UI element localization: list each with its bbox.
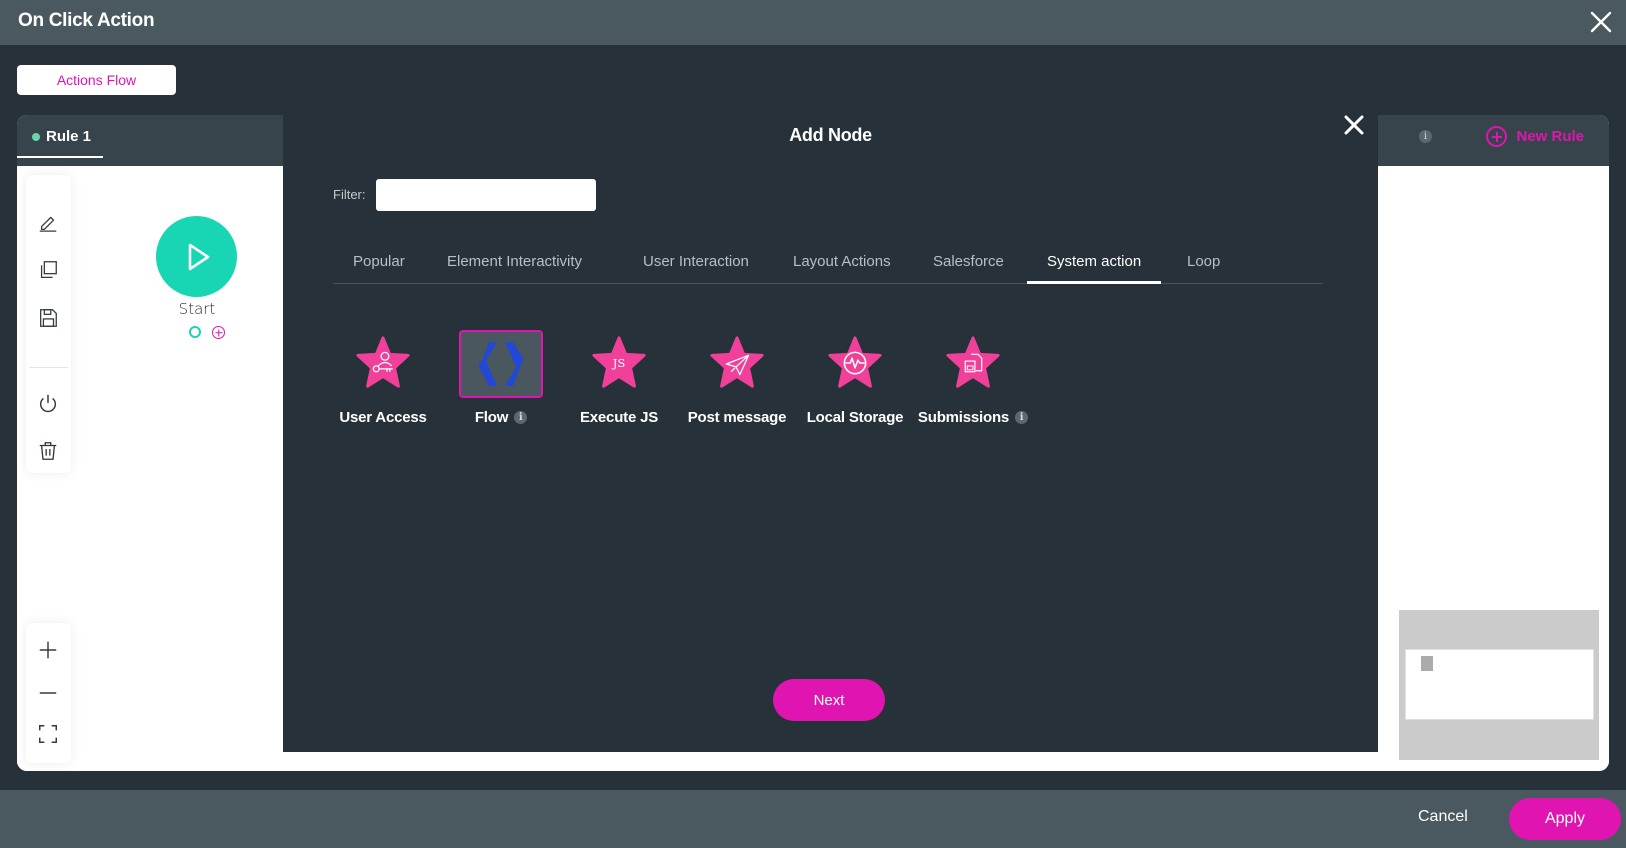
play-icon xyxy=(188,243,209,270)
node-flow[interactable]: Flow i xyxy=(442,330,560,440)
tab-loop[interactable]: Loop xyxy=(1167,243,1240,284)
copy-icon[interactable] xyxy=(35,257,61,283)
cancel-button[interactable]: Cancel xyxy=(1418,808,1468,826)
user-key-icon xyxy=(356,336,410,388)
rule-tab-1[interactable]: Rule 1 xyxy=(17,115,103,158)
edit-icon[interactable] xyxy=(35,209,61,235)
window-header: On Click Action xyxy=(0,0,1626,45)
tab-salesforce[interactable]: Salesforce xyxy=(913,243,1024,284)
zoom-in-icon[interactable] xyxy=(35,637,61,663)
star-badge: JS xyxy=(577,330,661,398)
zoom-out-icon[interactable] xyxy=(35,680,61,706)
start-output-port[interactable] xyxy=(189,326,201,338)
save-icon[interactable] xyxy=(35,305,61,331)
node-label: Submissions i xyxy=(914,409,1032,426)
rule-status-dot xyxy=(32,133,40,141)
minimap-node xyxy=(1421,656,1433,671)
node-label-text: Submissions xyxy=(917,409,1010,426)
dialog-footer: Cancel Apply xyxy=(0,790,1626,848)
node-submissions[interactable]: Submissions i xyxy=(914,330,1032,440)
filter-input[interactable] xyxy=(376,179,596,211)
star-badge xyxy=(931,330,1015,398)
new-rule-button[interactable]: New Rule xyxy=(1486,126,1584,147)
modal-title: Add Node xyxy=(789,125,872,145)
fit-screen-icon[interactable] xyxy=(35,721,61,747)
close-icon[interactable] xyxy=(1588,9,1614,35)
node-toolbar xyxy=(26,175,71,473)
add-node-icon[interactable] xyxy=(212,326,225,339)
start-node[interactable] xyxy=(156,216,237,297)
toolbar-divider xyxy=(29,367,68,368)
star-badge xyxy=(813,330,897,398)
zoom-controls xyxy=(26,623,71,763)
plus-circle-icon xyxy=(1486,126,1508,147)
modal-close-icon[interactable] xyxy=(1342,115,1366,139)
pulse-icon xyxy=(828,336,882,388)
selected-node-frame xyxy=(459,330,543,398)
node-category-tabs: Popular Element Interactivity User Inter… xyxy=(333,243,1323,284)
node-label: Flow i xyxy=(442,409,560,426)
js-icon-text: JS xyxy=(612,356,626,370)
paper-plane-icon xyxy=(710,336,764,388)
node-execute-js[interactable]: JS Execute JS xyxy=(560,330,678,440)
tab-system-action[interactable]: System action xyxy=(1027,243,1162,284)
node-label: Local Storage xyxy=(806,409,904,426)
node-label: Execute JS xyxy=(579,409,659,426)
node-label: User Access xyxy=(339,409,427,426)
js-icon: JS xyxy=(592,336,646,388)
start-node-label: Start xyxy=(178,300,216,318)
document-save-icon xyxy=(946,336,1000,388)
flow-brackets-icon xyxy=(478,342,524,386)
info-icon[interactable]: i xyxy=(1419,130,1432,143)
minimap[interactable] xyxy=(1399,610,1599,760)
window-title: On Click Action xyxy=(18,10,155,31)
node-local-storage[interactable]: Local Storage xyxy=(796,330,914,440)
tab-user-interaction[interactable]: User Interaction xyxy=(623,243,769,284)
tab-element-interactivity[interactable]: Element Interactivity xyxy=(427,243,602,284)
node-user-access[interactable]: User Access xyxy=(324,330,442,440)
next-button[interactable]: Next xyxy=(773,679,885,721)
node-label-text: Flow xyxy=(474,409,509,426)
rule-tab-label: Rule 1 xyxy=(46,128,92,145)
delete-icon[interactable] xyxy=(35,438,61,464)
filter-label: Filter: xyxy=(333,187,366,202)
power-icon[interactable] xyxy=(35,390,61,416)
node-post-message[interactable]: Post message xyxy=(678,330,796,440)
node-label: Post message xyxy=(687,409,787,426)
info-icon[interactable]: i xyxy=(514,411,528,424)
info-icon[interactable]: i xyxy=(1015,411,1029,424)
minimap-viewport[interactable] xyxy=(1405,649,1594,720)
star-badge xyxy=(341,330,425,398)
add-node-modal: Add Node Filter: Popular Element Interac… xyxy=(283,115,1378,752)
actions-flow-button[interactable]: Actions Flow xyxy=(17,65,176,95)
tab-popular[interactable]: Popular xyxy=(333,243,425,284)
apply-button[interactable]: Apply xyxy=(1509,798,1621,840)
tab-layout-actions[interactable]: Layout Actions xyxy=(773,243,911,284)
star-badge xyxy=(695,330,779,398)
new-rule-label: New Rule xyxy=(1516,128,1584,145)
